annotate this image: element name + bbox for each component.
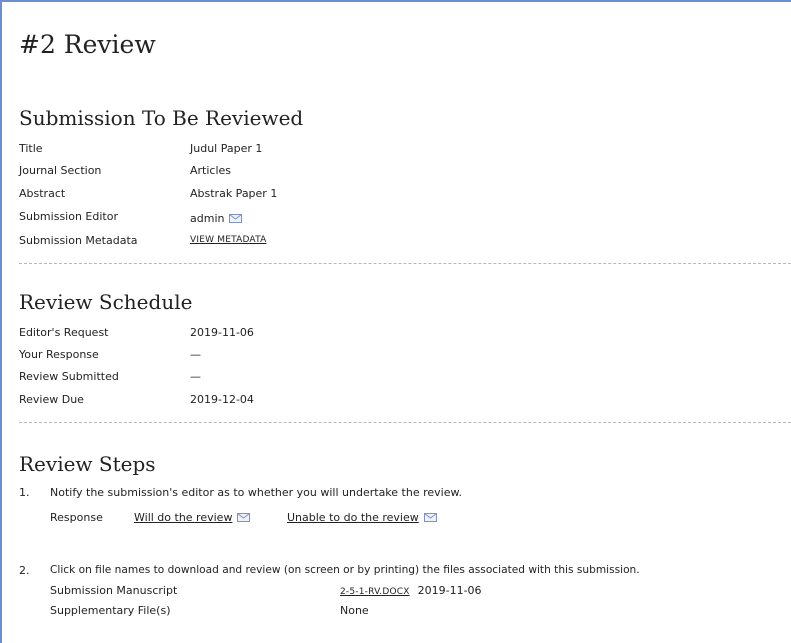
section-value: Articles bbox=[190, 164, 232, 177]
abstract-value: Abstrak Paper 1 bbox=[190, 187, 278, 200]
step-1: 1. Notify the submission's editor as to … bbox=[19, 486, 779, 502]
title-value: Judul Paper 1 bbox=[190, 142, 263, 155]
schedule-value: 2019-12-04 bbox=[190, 393, 254, 406]
step-number: 1. bbox=[19, 486, 30, 499]
envelope-icon[interactable] bbox=[237, 513, 251, 522]
supplementary-value: None bbox=[340, 604, 369, 617]
envelope-icon[interactable] bbox=[229, 214, 243, 223]
schedule-heading: Review Schedule bbox=[19, 290, 193, 314]
manuscript-label: Submission Manuscript bbox=[50, 584, 178, 597]
metadata-label: Submission Metadata bbox=[19, 234, 138, 247]
response-label: Response bbox=[50, 511, 103, 524]
abstract-label: Abstract bbox=[19, 187, 66, 200]
page-title: #2 Review bbox=[19, 30, 156, 59]
unable-review-link[interactable]: Unable to do the review bbox=[287, 511, 419, 524]
step-text: Click on file names to download and revi… bbox=[50, 564, 640, 576]
section-divider bbox=[19, 263, 791, 264]
supplementary-row: Supplementary File(s) None bbox=[19, 604, 779, 620]
manuscript-file-link[interactable]: 2-5-1-RV.DOCX bbox=[340, 587, 410, 597]
view-metadata-link[interactable]: VIEW METADATA bbox=[190, 235, 266, 245]
schedule-label: Review Due bbox=[19, 393, 84, 406]
section-label: Journal Section bbox=[19, 164, 102, 177]
envelope-icon[interactable] bbox=[423, 513, 437, 522]
schedule-label: Your Response bbox=[19, 348, 99, 361]
editor-name: admin bbox=[190, 212, 225, 225]
will-do-review-link[interactable]: Will do the review bbox=[134, 511, 232, 524]
page-frame bbox=[0, 0, 791, 643]
schedule-value: — bbox=[190, 370, 201, 383]
unable-review-group: Unable to do the review bbox=[287, 511, 437, 524]
editor-value-group: admin bbox=[190, 212, 243, 225]
step-1-response: Response Will do the review Unable to do… bbox=[19, 511, 779, 527]
schedule-value: 2019-11-06 bbox=[190, 326, 254, 339]
steps-heading: Review Steps bbox=[19, 452, 156, 476]
editor-label: Submission Editor bbox=[19, 210, 118, 223]
schedule-value: — bbox=[190, 348, 201, 361]
submission-heading: Submission To Be Reviewed bbox=[19, 106, 304, 130]
schedule-label: Editor's Request bbox=[19, 326, 109, 339]
will-do-review-group: Will do the review bbox=[134, 511, 251, 524]
schedule-label: Review Submitted bbox=[19, 370, 119, 383]
manuscript-row: Submission Manuscript 2-5-1-RV.DOCX 2019-… bbox=[19, 584, 779, 600]
manuscript-date: 2019-11-06 bbox=[417, 584, 482, 597]
step-2: 2. Click on file names to download and r… bbox=[19, 564, 791, 580]
step-number: 2. bbox=[19, 564, 30, 577]
section-divider bbox=[19, 422, 791, 423]
manuscript-value-group: 2-5-1-RV.DOCX 2019-11-06 bbox=[340, 584, 482, 597]
step-text: Notify the submission's editor as to whe… bbox=[50, 486, 462, 499]
title-label: Title bbox=[19, 142, 43, 155]
supplementary-label: Supplementary File(s) bbox=[50, 604, 171, 617]
